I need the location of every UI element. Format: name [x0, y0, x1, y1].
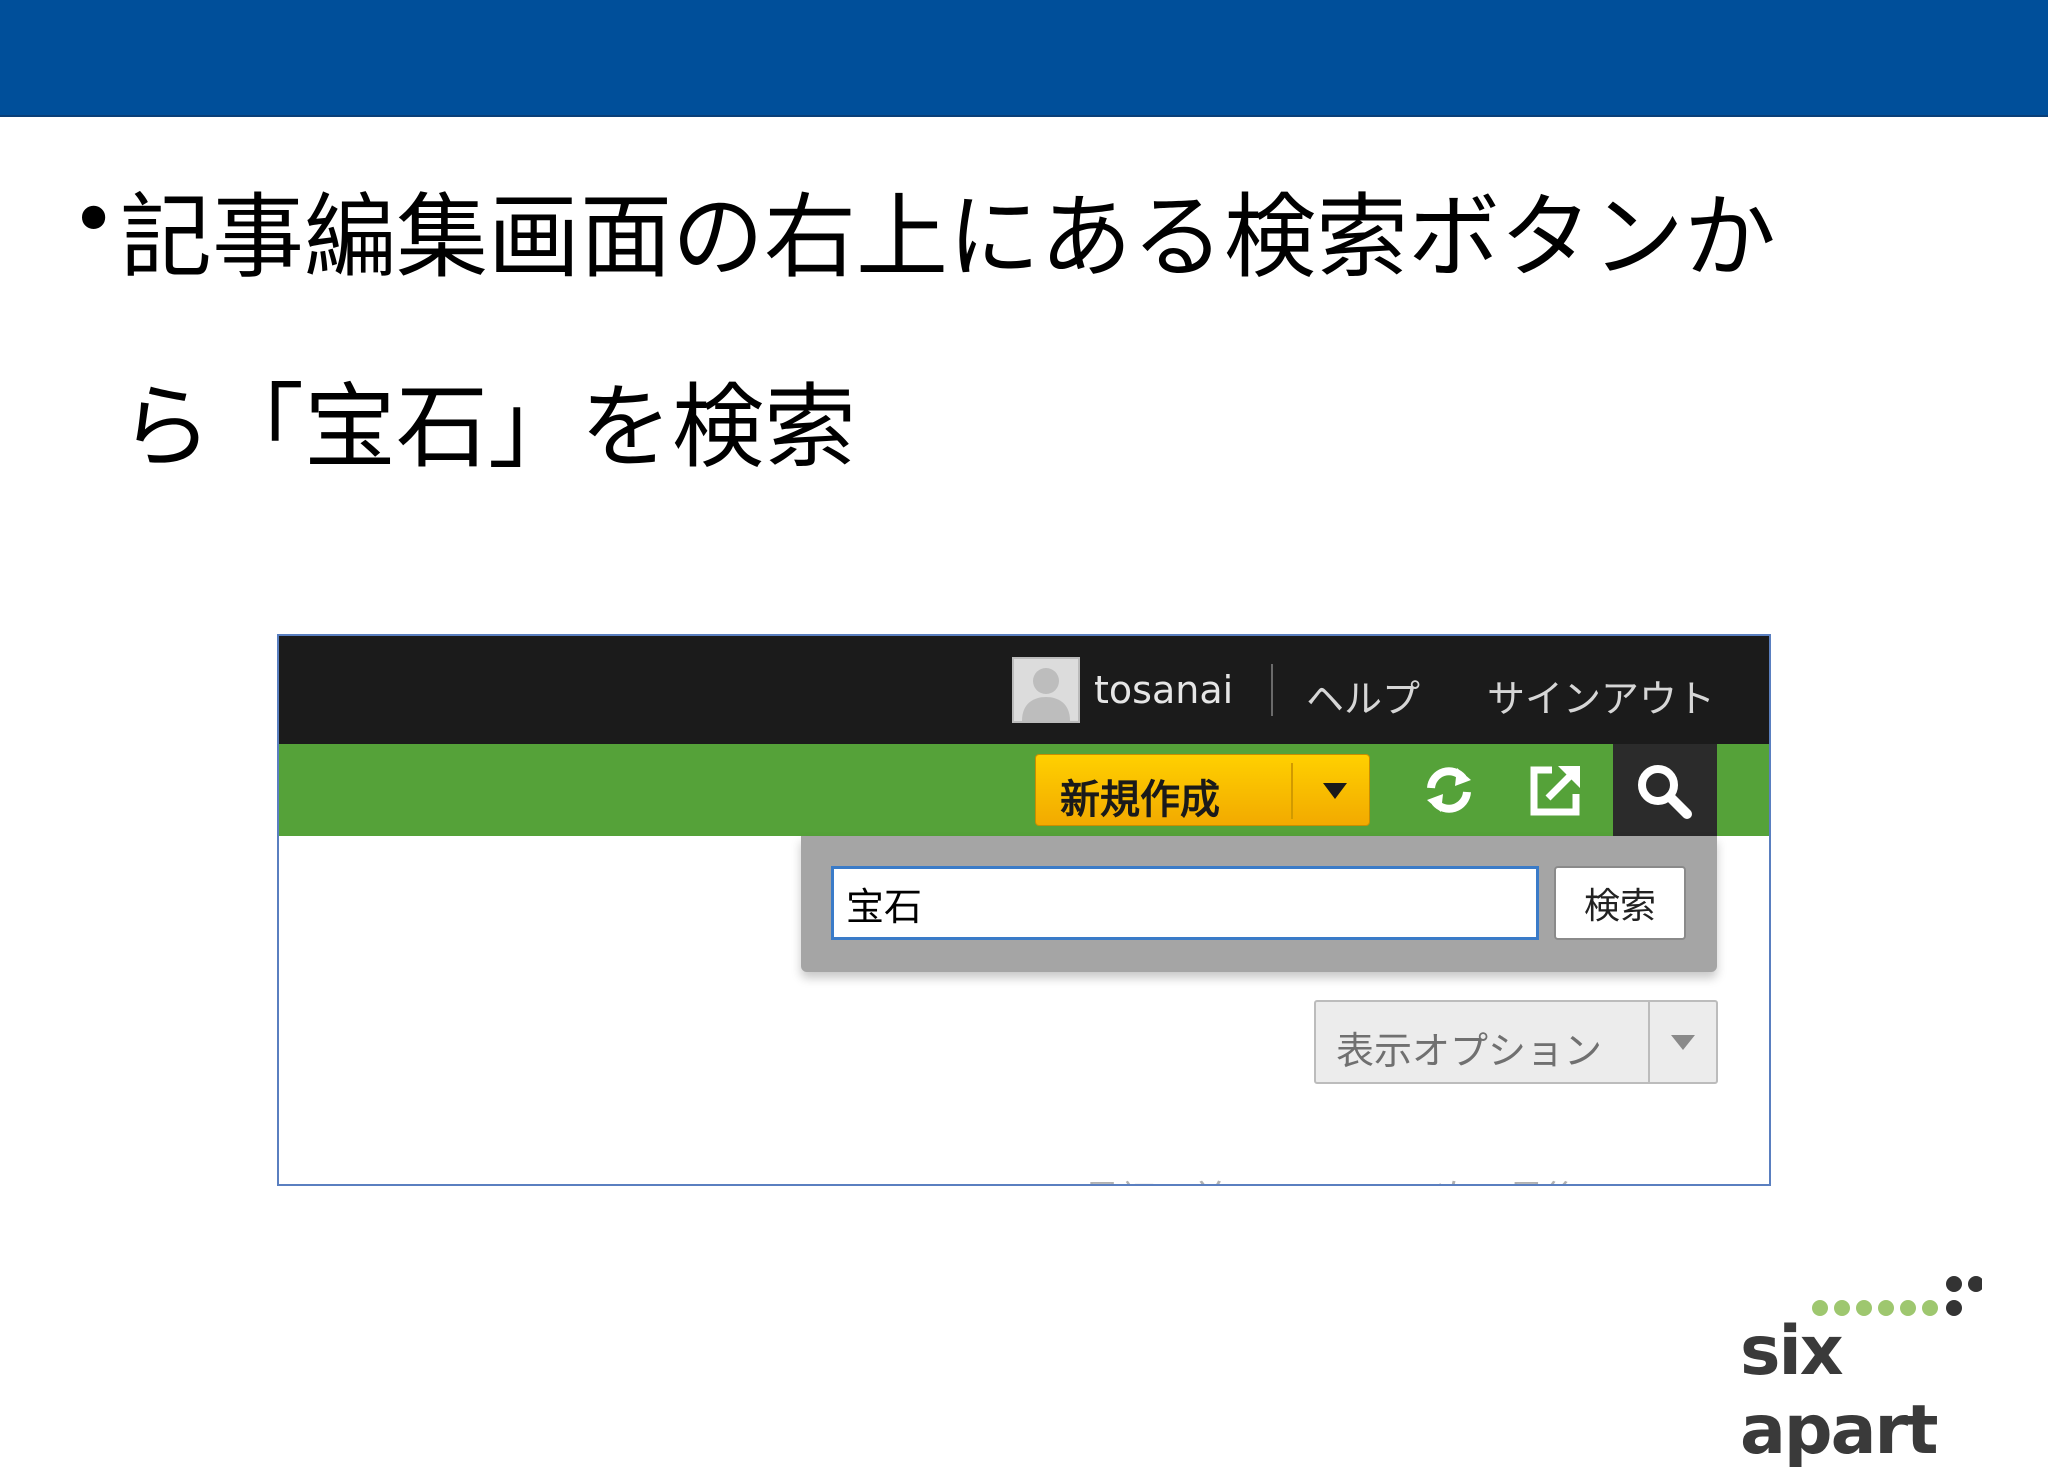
person-icon	[1022, 668, 1070, 721]
display-options-divider	[1648, 1002, 1650, 1082]
signout-link[interactable]: サインアウト	[1487, 668, 1715, 723]
search-panel: 検索	[801, 836, 1717, 972]
chevron-down-icon	[1671, 1035, 1695, 1050]
slide-text-line-2: ら「宝石」を検索	[120, 374, 857, 481]
new-entry-label: 新規作成	[1060, 777, 1220, 823]
pagination-partial: 最初 前 1 - 10 / 10 次 最後	[1084, 1170, 1580, 1184]
app-header: tosanai ヘルプ サインアウト	[279, 636, 1769, 744]
external-link-icon[interactable]	[1524, 758, 1588, 822]
refresh-icon[interactable]	[1417, 758, 1481, 822]
help-link[interactable]: ヘルプ	[1306, 668, 1420, 723]
new-entry-button[interactable]: 新規作成	[1035, 754, 1370, 826]
slide-top-bar	[0, 0, 2048, 117]
display-options-label: 表示オプション	[1336, 1029, 1603, 1073]
search-toggle-button[interactable]	[1613, 744, 1717, 836]
display-options-button[interactable]: 表示オプション	[1314, 1000, 1718, 1084]
search-input[interactable]	[831, 866, 1539, 940]
app-toolbar: 新規作成	[279, 744, 1769, 836]
new-entry-divider	[1291, 763, 1293, 819]
slide-text-line-1: 記事編集画面の右上にある検索ボタンか	[120, 184, 1777, 291]
user-avatar[interactable]	[1012, 657, 1080, 723]
chevron-down-icon[interactable]	[1308, 767, 1362, 815]
logo-wordmark: six apart	[1740, 1312, 1939, 1470]
search-icon	[1638, 765, 1692, 819]
username-link[interactable]: tosanai	[1094, 668, 1233, 712]
six-apart-logo: six apart	[1740, 1268, 1982, 1470]
header-separator	[1271, 664, 1273, 716]
search-submit-button[interactable]: 検索	[1554, 866, 1686, 940]
app-screenshot: tosanai ヘルプ サインアウト 新規作成 宝石 検索 表示オプション	[277, 634, 1771, 1186]
bullet-marker: •	[70, 173, 118, 266]
